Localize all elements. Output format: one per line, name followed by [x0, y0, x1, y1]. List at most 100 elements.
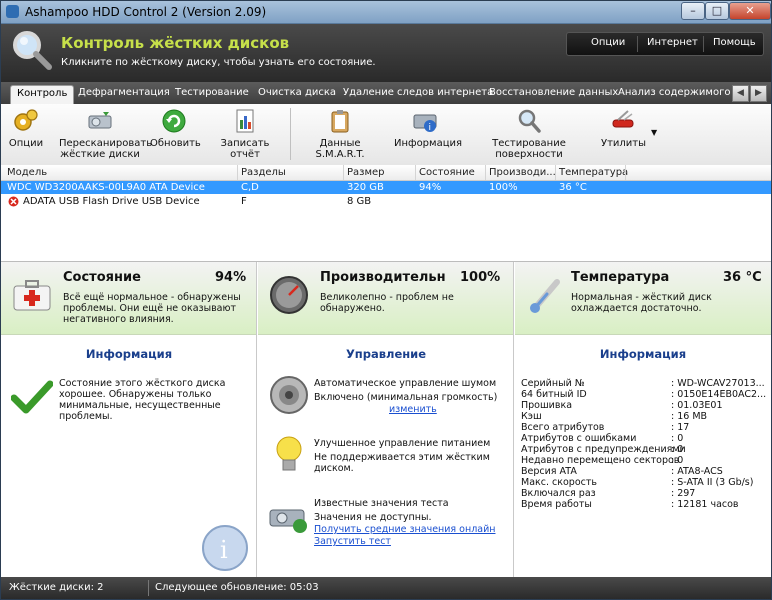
rescan-drives-button[interactable]: Пересканировать жёсткие диски	[59, 108, 152, 160]
options-link[interactable]: Опции	[591, 37, 625, 48]
info-label: Включался раз	[521, 488, 596, 499]
info-value: : S-ATA II (3 Gb/s)	[671, 477, 754, 488]
magnifier-icon	[518, 109, 541, 133]
panel-divider	[513, 262, 514, 578]
hdd-benchmark-icon	[269, 509, 307, 533]
power-title: Улучшенное управление питанием	[314, 438, 491, 449]
clipboard-icon	[331, 110, 349, 133]
drive-size: 320 GB	[347, 182, 384, 193]
utilities-button[interactable]: Утилиты	[601, 108, 646, 149]
info-label: Атрибутов с предупреждениями	[521, 444, 686, 455]
tab-control[interactable]: Контроль	[10, 85, 75, 104]
info-label: Всего атрибутов	[521, 422, 605, 433]
info-value: : 0	[671, 455, 684, 466]
report-icon	[236, 109, 254, 133]
info-value: : 17	[671, 422, 690, 433]
run-test-link[interactable]: Запустить тест	[314, 536, 391, 547]
status-bar: Жёсткие диски: 2 Следующее обновление: 0…	[1, 577, 771, 599]
info-label: Атрибутов с ошибками	[521, 433, 637, 444]
maximize-button[interactable]: □	[705, 2, 729, 20]
tab-data-recovery[interactable]: Восстановление данных	[489, 87, 618, 98]
column-divider	[625, 165, 626, 180]
column-divider	[485, 165, 486, 180]
drive-size: 8 GB	[347, 196, 372, 207]
column-temperature[interactable]: Температура	[559, 167, 628, 178]
info-value: : 0	[671, 444, 684, 455]
smart-data-button[interactable]: Данные S.M.A.R.T.	[297, 108, 383, 160]
info-label: Прошивка	[521, 400, 573, 411]
save-report-button[interactable]: Записать отчёт	[207, 108, 283, 160]
drive-count: Жёсткие диски: 2	[9, 582, 104, 593]
close-button[interactable]: ✕	[729, 2, 771, 20]
column-size[interactable]: Размер	[347, 167, 385, 178]
tab-content-analysis[interactable]: Анализ содержимого	[618, 87, 730, 98]
state-info-text: Состояние этого жёсткого диска хорошее. …	[59, 378, 226, 422]
state-info-heading: Информация	[85, 347, 173, 361]
page-subtitle: Кликните по жёсткому диску, чтобы узнать…	[61, 57, 376, 68]
tab-disk-cleanup[interactable]: Очистка диска	[258, 87, 336, 98]
tab-scroll-right-icon[interactable]: ▶	[750, 85, 767, 102]
app-header: Контроль жёстких дисков Кликните по жёст…	[1, 24, 771, 82]
help-link[interactable]: Помощь	[713, 37, 756, 48]
tab-testing[interactable]: Тестирование	[175, 87, 249, 98]
temperature-title: Температура	[571, 270, 670, 285]
surface-test-button[interactable]: Тестирование поверхности	[464, 108, 594, 160]
column-performance[interactable]: Производи...	[489, 167, 556, 178]
tab-internet-traces[interactable]: Удаление следов интернета	[343, 87, 493, 98]
refresh-button[interactable]: Обновить	[150, 108, 201, 149]
info-value: : ATA8-ACS	[671, 466, 723, 477]
state-value: 94%	[215, 270, 247, 285]
utilities-dropdown-icon[interactable]: ▼	[651, 128, 657, 137]
drive-temperature: 36 °C	[559, 182, 587, 193]
noise-change-link[interactable]: изменить	[389, 404, 437, 415]
performance-value: 100%	[460, 270, 501, 285]
column-divider	[343, 165, 344, 180]
tab-scroll-left-icon[interactable]: ◀	[732, 85, 749, 102]
get-averages-link[interactable]: Получить средние значения онлайн	[314, 524, 495, 535]
title-bar: Ashampoo HDD Control 2 (Version 2.09) – …	[1, 1, 771, 24]
options-button[interactable]: Опции	[7, 108, 45, 149]
benchmark-title: Известные значения теста	[314, 498, 449, 509]
info-label: 64 битный ID	[521, 389, 587, 400]
info-label: Серийный №	[521, 378, 585, 389]
column-model[interactable]: Модель	[7, 167, 47, 178]
table-row[interactable]: WDC WD3200AAKS-00L9A0 ATA Device C,D 320…	[1, 181, 771, 194]
speedometer-icon	[270, 276, 308, 314]
header-nav: Опции Интернет Помощь	[566, 32, 764, 56]
thermometer-icon	[530, 279, 560, 313]
info-label: Время работы	[521, 499, 592, 510]
noise-title: Автоматическое управление шумом	[314, 378, 497, 389]
temperature-value: 36 °C	[723, 270, 762, 285]
drive-model: ADATA USB Flash Drive USB Device	[23, 196, 200, 207]
swiss-knife-icon	[612, 110, 634, 128]
column-state[interactable]: Состояние	[419, 167, 475, 178]
info-value: : 12181 часов	[671, 499, 739, 510]
status-panels: Состояние 94% Всё ещё нормальное - обнар…	[1, 261, 771, 578]
internet-link[interactable]: Интернет	[647, 37, 698, 48]
state-panel: Состояние 94% Всё ещё нормальное - обнар…	[1, 262, 257, 578]
column-partitions[interactable]: Разделы	[241, 167, 286, 178]
list-header: Модель Разделы Размер Состояние Производ…	[1, 165, 771, 181]
column-divider	[237, 165, 238, 180]
temperature-panel: Температура 36 °C Нормальная - жёсткий д…	[515, 262, 771, 578]
information-button[interactable]: i Информация	[394, 108, 462, 149]
toolbar-divider	[290, 108, 291, 160]
info-value: : 16 MB	[671, 411, 708, 422]
lightbulb-icon	[276, 436, 302, 471]
drive-state: 94%	[419, 182, 442, 193]
drive-performance: 100%	[489, 182, 518, 193]
gears-icon	[14, 109, 38, 131]
speaker-icon	[270, 376, 308, 414]
noise-state: Включено (минимальная громкость)	[314, 392, 498, 403]
state-summary: Состояние 94% Всё ещё нормальное - обнар…	[1, 262, 257, 335]
tab-defrag[interactable]: Дефрагментация	[78, 87, 170, 98]
drive-partitions: F	[241, 196, 247, 207]
minimize-button[interactable]: –	[681, 2, 705, 20]
table-row[interactable]: ADATA USB Flash Drive USB Device F 8 GB	[1, 195, 771, 208]
info-value: : 0150E14EB0AC2...	[671, 389, 767, 400]
info-value: : 01.03E01	[671, 400, 723, 411]
info-circle-icon[interactable]: i	[201, 524, 249, 572]
management-heading: Управление	[345, 347, 427, 361]
info-value: : WD-WCAV27013...	[671, 378, 765, 389]
first-aid-kit-icon	[13, 280, 51, 311]
